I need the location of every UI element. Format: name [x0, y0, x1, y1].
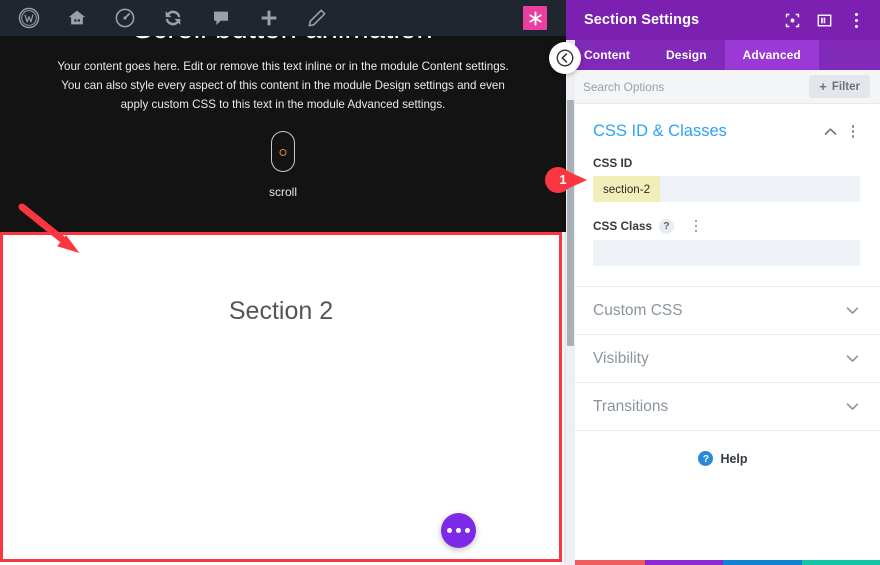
help-label: Help	[720, 451, 748, 466]
panel-title: Section Settings	[584, 12, 700, 28]
css-class-input[interactable]	[593, 240, 860, 266]
divi-builder-screen: Scroll button animation Your content goe…	[0, 0, 880, 565]
page-preview: Scroll button animation Your content goe…	[0, 0, 566, 565]
more-options-icon[interactable]	[441, 513, 476, 548]
panel-body: CSS ID & Classes CSS ID section-2 CSS Cl…	[566, 104, 880, 560]
wp-admin-bar	[0, 0, 566, 36]
comments-bubble-icon[interactable]	[210, 7, 232, 29]
help-question-icon: ?	[698, 451, 714, 466]
hero-body-text: Your content goes here. Edit or remove t…	[57, 60, 509, 112]
panel-scrollbar-thumb[interactable]	[567, 100, 574, 346]
chevron-down-icon[interactable]	[844, 351, 860, 367]
plus-icon: +	[819, 79, 827, 94]
search-input[interactable]	[583, 79, 810, 94]
kebab-menu-icon[interactable]	[689, 218, 703, 234]
kebab-menu-icon[interactable]	[846, 124, 860, 140]
group-visibility[interactable]: Visibility	[566, 334, 880, 382]
css-id-classes-group: CSS ID & Classes CSS ID section-2 CSS Cl…	[566, 104, 880, 286]
scroll-indicator[interactable]: scroll	[0, 131, 566, 199]
mouse-wheel-dot-icon	[279, 149, 287, 156]
edit-pencil-icon[interactable]	[306, 7, 328, 29]
css-id-value: section-2	[593, 176, 661, 202]
filter-button-label: Filter	[831, 80, 860, 93]
site-home-icon[interactable]	[66, 7, 88, 29]
panel-collapse-icon[interactable]	[549, 42, 581, 74]
section-settings-panel: Section Settings Content Design Advanced…	[566, 0, 880, 565]
panel-action-bar	[566, 560, 880, 565]
help-question-icon[interactable]: ?	[659, 218, 675, 234]
updates-refresh-icon[interactable]	[162, 7, 184, 29]
wordpress-logo-icon[interactable]	[18, 7, 40, 29]
settings-tabs: Content Design Advanced	[566, 40, 880, 70]
scroll-label: scroll	[268, 185, 297, 199]
css-id-classes-title: CSS ID & Classes	[593, 122, 727, 140]
css-class-label-text: CSS Class	[593, 219, 653, 233]
group-custom-css-label: Custom CSS	[593, 301, 683, 319]
redo-button[interactable]	[723, 560, 802, 565]
css-id-field-label: CSS ID	[593, 156, 860, 170]
annotation-badge-number: 1	[559, 172, 567, 187]
filter-button[interactable]: + Filter	[809, 75, 870, 98]
css-id-classes-header[interactable]: CSS ID & Classes	[593, 122, 860, 141]
cancel-button[interactable]	[566, 560, 645, 565]
new-content-plus-icon[interactable]	[258, 7, 280, 29]
mouse-outline-icon	[271, 131, 295, 172]
group-transitions[interactable]: Transitions	[566, 382, 880, 430]
chevron-down-icon[interactable]	[844, 399, 860, 415]
group-transitions-label: Transitions	[593, 397, 669, 415]
search-options-bar: + Filter	[566, 70, 880, 104]
help-link[interactable]: ? Help	[566, 430, 880, 486]
chevron-up-icon[interactable]	[822, 124, 838, 140]
panel-header: Section Settings	[566, 0, 880, 40]
chevron-down-icon[interactable]	[844, 303, 860, 319]
divi-asterisk-icon[interactable]	[523, 6, 547, 30]
css-id-label-text: CSS ID	[593, 156, 633, 170]
css-class-field-label: CSS Class ?	[593, 218, 860, 234]
focus-target-icon[interactable]	[782, 10, 802, 30]
annotation-badge-1: 1	[543, 165, 589, 195]
section-2-title: Section 2	[228, 297, 334, 325]
group-custom-css[interactable]: Custom CSS	[566, 286, 880, 334]
tab-advanced[interactable]: Advanced	[724, 40, 819, 70]
kebab-menu-icon[interactable]	[846, 10, 866, 30]
tab-design[interactable]: Design	[648, 40, 725, 70]
section-2-block[interactable]: Section 2	[0, 232, 562, 562]
css-id-input[interactable]: section-2	[593, 176, 860, 202]
panel-layout-icon[interactable]	[814, 10, 834, 30]
dashboard-gauge-icon[interactable]	[114, 7, 136, 29]
group-visibility-label: Visibility	[593, 349, 649, 367]
save-button[interactable]	[801, 560, 880, 565]
undo-button[interactable]	[644, 560, 723, 565]
